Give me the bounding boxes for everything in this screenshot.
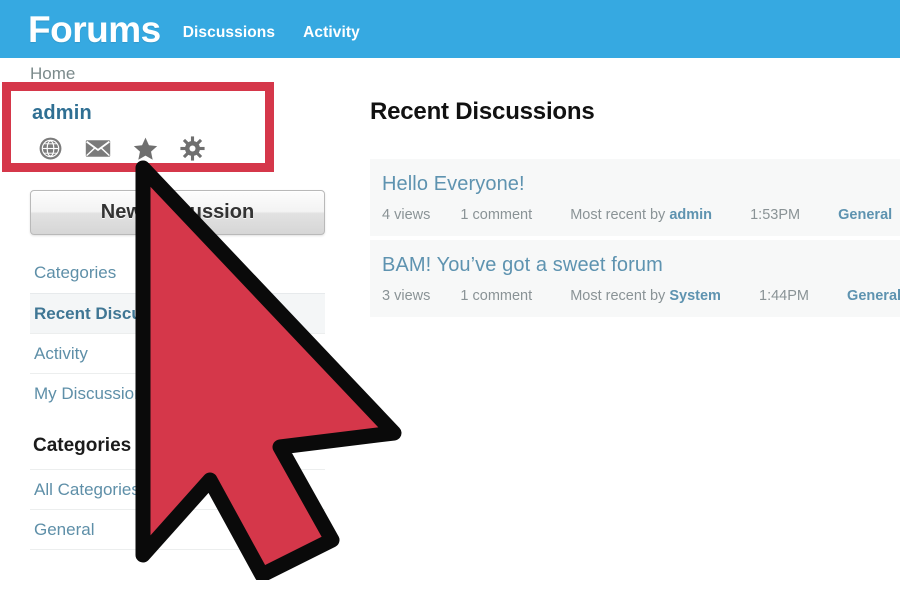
nav-link-activity[interactable]: Activity: [303, 24, 360, 42]
breadcrumb: Home: [30, 64, 75, 84]
discussion-title[interactable]: Hello Everyone!: [382, 173, 900, 196]
discussion-comments: 1 comment: [460, 207, 533, 223]
page-title: Recent Discussions: [370, 98, 595, 125]
categories-heading: Categories: [33, 435, 132, 456]
discussion-category[interactable]: General: [838, 207, 892, 223]
sidebar-item-categories[interactable]: Categories: [30, 253, 325, 293]
discussion-meta: 4 views 1 comment Most recent by admin 1…: [382, 207, 900, 223]
site-header: Forums Discussions Activity: [0, 0, 900, 58]
discussion-title[interactable]: BAM! You’ve got a sweet forum: [382, 254, 900, 277]
envelope-icon[interactable]: [85, 139, 111, 158]
sidebar-category-label[interactable]: General: [34, 520, 94, 540]
discussion-views: 3 views: [382, 288, 431, 304]
discussion-meta: 3 views 1 comment Most recent by System …: [382, 288, 900, 304]
sidebar-item-label[interactable]: Recent Discussions: [34, 304, 196, 324]
sidebar-category-general[interactable]: General: [30, 509, 325, 549]
globe-icon[interactable]: [38, 136, 63, 161]
discussion-list: Hello Everyone! 4 views 1 comment Most r…: [370, 159, 900, 317]
main-content: Recent Discussions Hello Everyone! 4 vie…: [370, 98, 900, 321]
sidebar-item-recent-discussions[interactable]: Recent Discussions: [30, 293, 325, 333]
discussion-comments: 1 comment: [460, 288, 533, 304]
gear-icon[interactable]: [180, 136, 205, 161]
profile-icon-row: [32, 136, 325, 161]
discussion-category[interactable]: General: [847, 288, 900, 304]
profile-username[interactable]: admin: [32, 102, 325, 125]
discussion-row[interactable]: BAM! You’ve got a sweet forum 3 views 1 …: [370, 240, 900, 317]
sidebar-item-my-discussions[interactable]: My Discussions: [30, 373, 325, 413]
sidebar-item-label[interactable]: Categories: [34, 263, 116, 283]
sidebar-item-activity[interactable]: Activity: [30, 333, 325, 373]
most-recent-prefix: Most recent by: [570, 288, 666, 304]
most-recent-prefix: Most recent by: [570, 207, 666, 223]
sidebar-item-label[interactable]: Activity: [34, 344, 88, 364]
sidebar-categories-list: All Categories General: [30, 469, 325, 549]
page-body: Home admin New Discussion Categories Rec…: [0, 58, 900, 591]
discussion-row[interactable]: Hello Everyone! 4 views 1 comment Most r…: [370, 159, 900, 236]
header-nav: Discussions Activity: [183, 17, 388, 42]
breadcrumb-home[interactable]: Home: [30, 64, 75, 83]
discussion-views: 4 views: [382, 207, 431, 223]
sidebar-item-label[interactable]: My Discussions: [34, 384, 152, 404]
star-icon[interactable]: [133, 137, 158, 161]
forum-page: Forums Discussions Activity Home admin N…: [0, 0, 900, 591]
categories-list-end-rule: [30, 549, 325, 550]
most-recent-user[interactable]: System: [669, 288, 721, 304]
sidebar: admin New Discussion Categories Recent D…: [30, 98, 325, 550]
new-discussion-button[interactable]: New Discussion: [30, 190, 325, 235]
sidebar-nav: Categories Recent Discussions Activity M…: [30, 253, 325, 413]
most-recent-user[interactable]: admin: [669, 207, 712, 223]
discussion-time: 1:53PM: [750, 207, 801, 223]
site-title: Forums: [28, 8, 161, 50]
discussion-time: 1:44PM: [759, 288, 809, 304]
sidebar-category-label[interactable]: All Categories: [34, 480, 140, 500]
sidebar-category-all-categories[interactable]: All Categories: [30, 469, 325, 509]
nav-link-discussions[interactable]: Discussions: [183, 24, 275, 42]
profile-panel: admin: [30, 98, 325, 163]
